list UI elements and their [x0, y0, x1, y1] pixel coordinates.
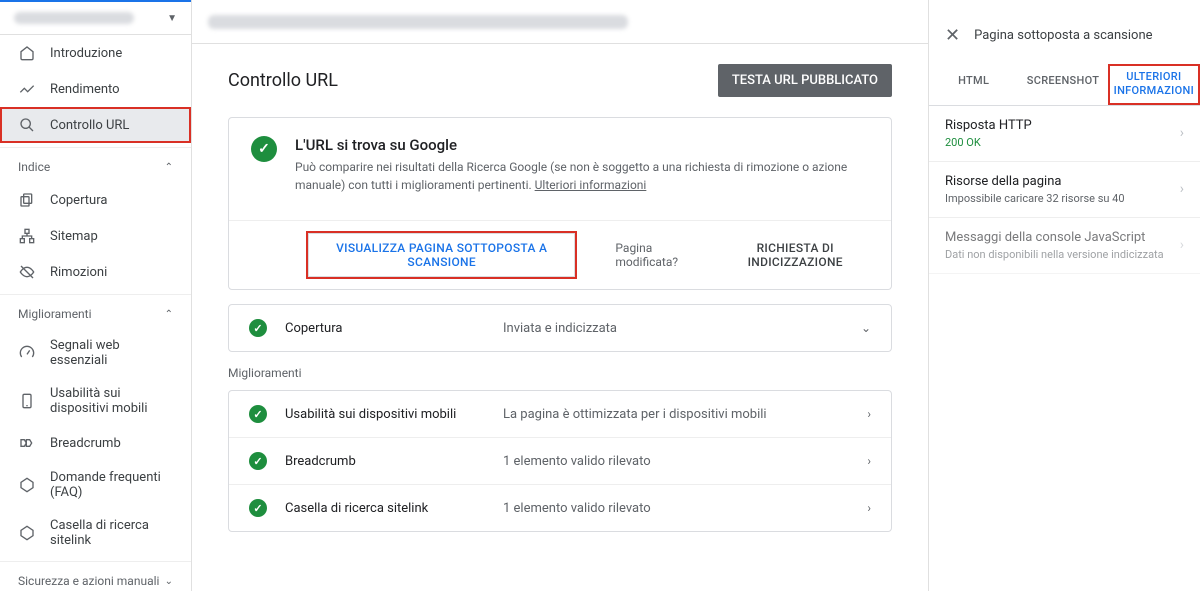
sidebar-item-label: Domande frequenti (FAQ) [50, 470, 173, 500]
sidebar-item-label: Breadcrumb [50, 436, 121, 451]
chevron-right-icon: › [867, 454, 871, 468]
sidebar-item-controllo-url[interactable]: Controllo URL [0, 107, 191, 143]
ritem-title: Messaggi della console JavaScript [945, 230, 1164, 245]
breadcrumb-icon [18, 434, 36, 452]
ritem-js: Messaggi della console JavaScript Dati n… [929, 218, 1200, 274]
row-label: Breadcrumb [285, 454, 485, 469]
faq-icon [18, 476, 36, 494]
more-info-link[interactable]: Ulteriori informazioni [535, 178, 647, 192]
row-value: La pagina è ottimizzata per i dispositiv… [503, 407, 849, 422]
ritem-http[interactable]: Risposta HTTP 200 OK › [929, 106, 1200, 162]
sidebar-item-label: Rimozioni [50, 265, 107, 280]
chevron-right-icon: › [1180, 125, 1184, 141]
sidebar-item-segnali[interactable]: Segnali web essenziali [0, 329, 191, 377]
row-label: Casella di ricerca sitelink [285, 501, 485, 516]
chevron-right-icon: › [1180, 237, 1184, 253]
copy-icon [18, 191, 36, 209]
chevron-down-icon: ⌄ [165, 576, 173, 587]
right-panel: ✕ Pagina sottoposta a scansione HTML SCR… [928, 0, 1200, 591]
sidebar-item-breadcrumb[interactable]: Breadcrumb [0, 425, 191, 461]
ritem-risorse[interactable]: Risorse della pagina Impossibile caricar… [929, 162, 1200, 218]
hidden-icon [18, 263, 36, 281]
row-value: 1 elemento valido rilevato [503, 501, 849, 516]
trend-icon [18, 80, 36, 98]
miglioramenti-title: Miglioramenti [228, 366, 892, 380]
sidebar-item-sitelink[interactable]: Casella di ricerca sitelink [0, 509, 191, 557]
chevron-down-icon: ▼ [167, 13, 177, 24]
sidebar-item-rimozioni[interactable]: Rimozioni [0, 254, 191, 290]
status-card: ✓ L'URL si trova su Google Può comparire… [228, 117, 892, 290]
home-icon [18, 44, 36, 62]
page-title: Controllo URL [228, 70, 338, 91]
sidebar-item-copertura[interactable]: Copertura [0, 182, 191, 218]
check-circle-icon: ✓ [249, 405, 267, 423]
row-label: Usabilità sui dispositivi mobili [285, 407, 485, 422]
tab-more-info[interactable]: ULTERIORI INFORMAZIONI [1108, 64, 1200, 105]
sidebar-item-label: Casella di ricerca sitelink [50, 518, 173, 548]
chevron-down-icon: ⌄ [861, 321, 871, 335]
sidebar-item-label: Rendimento [50, 82, 120, 97]
status-description: Può comparire nei risultati della Ricerc… [295, 158, 855, 194]
check-circle-icon: ✓ [251, 136, 277, 162]
row-value: Inviata e indicizzata [503, 321, 843, 336]
copertura-card[interactable]: ✓ Copertura Inviata e indicizzata ⌄ [228, 304, 892, 352]
row-usabilita[interactable]: ✓ Usabilità sui dispositivi mobili La pa… [229, 391, 891, 437]
sidebar-item-label: Sitemap [50, 229, 98, 244]
property-name-redacted [14, 12, 134, 24]
ritem-title: Risorse della pagina [945, 174, 1125, 189]
sidebar-item-sitemap[interactable]: Sitemap [0, 218, 191, 254]
sitelink-icon [18, 524, 36, 542]
tab-html[interactable]: HTML [929, 64, 1018, 105]
mobile-icon [18, 392, 36, 410]
sidebar-item-label: Copertura [50, 193, 107, 208]
url-redacted [208, 15, 628, 29]
sidebar-section-sicurezza[interactable]: Sicurezza e azioni manuali ⌄ [0, 561, 191, 591]
chevron-right-icon: › [1180, 181, 1184, 197]
sidebar: ▼ Introduzione Rendimento Controllo URL … [0, 0, 192, 591]
check-circle-icon: ✓ [249, 319, 267, 337]
sitemap-icon [18, 227, 36, 245]
chevron-up-icon: ⌃ [165, 162, 173, 173]
test-url-button[interactable]: TESTA URL PUBBLICATO [718, 64, 892, 97]
section-label: Miglioramenti [18, 307, 92, 321]
ritem-sub: Impossibile caricare 32 risorse su 40 [945, 192, 1125, 205]
check-circle-icon: ✓ [249, 452, 267, 470]
row-value: 1 elemento valido rilevato [503, 454, 849, 469]
sidebar-item-introduzione[interactable]: Introduzione [0, 35, 191, 71]
url-bar[interactable] [192, 0, 928, 44]
sidebar-section-miglioramenti[interactable]: Miglioramenti ⌃ [0, 294, 191, 329]
miglioramenti-card: ✓ Usabilità sui dispositivi mobili La pa… [228, 390, 892, 532]
row-label: Copertura [285, 321, 485, 336]
ritem-title: Risposta HTTP [945, 118, 1032, 133]
page-modified-label: Pagina modificata? [615, 241, 701, 269]
sidebar-section-indice[interactable]: Indice ⌃ [0, 147, 191, 182]
check-circle-icon: ✓ [249, 499, 267, 517]
row-sitelink[interactable]: ✓ Casella di ricerca sitelink 1 elemento… [229, 484, 891, 531]
section-label: Indice [18, 160, 50, 174]
chevron-up-icon: ⌃ [165, 309, 173, 320]
sidebar-item-label: Segnali web essenziali [50, 338, 173, 368]
sidebar-item-faq[interactable]: Domande frequenti (FAQ) [0, 461, 191, 509]
sidebar-item-label: Introduzione [50, 46, 122, 61]
property-selector[interactable]: ▼ [0, 0, 191, 35]
sidebar-item-label: Usabilità sui dispositivi mobili [50, 386, 173, 416]
sidebar-item-usabilita[interactable]: Usabilità sui dispositivi mobili [0, 377, 191, 425]
sidebar-item-rendimento[interactable]: Rendimento [0, 71, 191, 107]
ritem-sub: Dati non disponibili nella versione indi… [945, 248, 1164, 261]
main-content: Controllo URL TESTA URL PUBBLICATO ✓ L'U… [192, 0, 928, 591]
chevron-right-icon: › [867, 407, 871, 421]
chevron-right-icon: › [867, 501, 871, 515]
search-icon [18, 116, 36, 134]
speed-icon [18, 344, 36, 362]
status-title: L'URL si trova su Google [295, 136, 855, 154]
sidebar-item-label: Controllo URL [50, 118, 129, 133]
close-icon[interactable]: ✕ [945, 25, 960, 46]
tab-screenshot[interactable]: SCREENSHOT [1018, 64, 1107, 105]
view-scanned-page-button[interactable]: VISUALIZZA PAGINA SOTTOPOSTA A SCANSIONE [308, 233, 575, 277]
request-indexing-button[interactable]: RICHIESTA DI INDICIZZAZIONE [721, 241, 869, 269]
section-label: Sicurezza e azioni manuali [18, 574, 159, 588]
row-breadcrumb[interactable]: ✓ Breadcrumb 1 elemento valido rilevato … [229, 437, 891, 484]
ritem-sub: 200 OK [945, 136, 1032, 149]
right-panel-title: Pagina sottoposta a scansione [974, 28, 1152, 43]
